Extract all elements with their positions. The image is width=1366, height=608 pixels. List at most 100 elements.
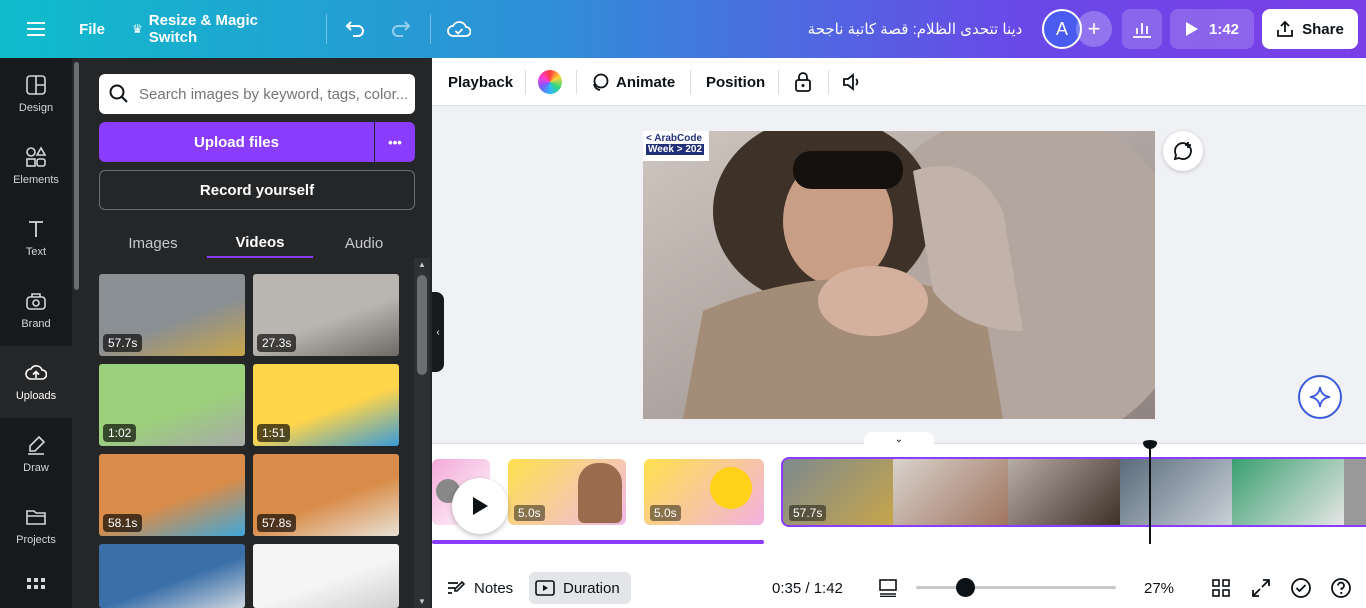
rail-item-draw[interactable]: Draw <box>0 418 72 490</box>
undo-icon <box>345 21 364 37</box>
projects-icon <box>26 510 46 525</box>
zoom-slider-track[interactable] <box>916 586 1116 589</box>
search-icon <box>109 84 128 103</box>
share-button[interactable]: Share <box>1262 9 1358 49</box>
timeline-clip[interactable]: 5.0s <box>644 459 764 525</box>
scroll-down-icon[interactable]: ▼ <box>418 597 426 606</box>
brand-icon <box>26 293 46 310</box>
playhead-line[interactable] <box>1149 444 1151 544</box>
search-box[interactable] <box>99 74 415 114</box>
clip-frame <box>1232 459 1344 525</box>
position-button[interactable]: Position <box>706 58 765 106</box>
cloud-check-icon <box>447 21 471 37</box>
collapse-panel-handle[interactable]: ‹ <box>432 292 444 372</box>
design-canvas-video[interactable] <box>643 131 1155 419</box>
video-thumbnail[interactable] <box>99 544 245 608</box>
video-thumbnail[interactable]: 1:02 <box>99 364 245 446</box>
timeline-clip-selected[interactable]: 57.7s <box>781 457 1366 527</box>
video-thumbnail[interactable]: 57.8s <box>253 454 399 536</box>
design-icon <box>26 75 46 95</box>
video-thumbnail[interactable]: 27.3s <box>253 274 399 356</box>
timeline-collapse-toggle[interactable]: ⌄ <box>864 432 934 446</box>
add-comment-button[interactable] <box>1163 131 1203 171</box>
apps-grid-icon <box>27 578 45 589</box>
top-bar: File ♛ Resize & Magic Switch دينا تتحدى … <box>0 0 1366 58</box>
clip-duration: 5.0s <box>650 505 681 521</box>
menu-button[interactable] <box>22 14 50 44</box>
undo-button[interactable] <box>340 14 370 44</box>
divider <box>430 14 431 44</box>
rail-item-uploads[interactable]: Uploads <box>0 346 72 418</box>
layout-toggle-button[interactable] <box>878 572 898 604</box>
grid-view-button[interactable] <box>1212 572 1230 604</box>
resize-magic-switch-button[interactable]: ♛ Resize & Magic Switch <box>132 12 308 46</box>
upload-more-options-button[interactable]: ••• <box>375 122 415 162</box>
clip-frame <box>893 459 1008 525</box>
insights-button[interactable] <box>1122 9 1162 49</box>
check-status-button[interactable] <box>1290 572 1312 604</box>
video-thumbnail[interactable] <box>253 544 399 608</box>
divider <box>576 70 577 94</box>
video-duration: 58.1s <box>103 514 143 532</box>
duration-icon <box>535 580 555 596</box>
present-play-button[interactable]: 1:42 <box>1170 9 1254 49</box>
color-button[interactable] <box>538 58 562 106</box>
animate-button[interactable]: Animate <box>590 58 675 106</box>
logo-line-2: Week > 202 <box>646 144 705 155</box>
panel-scrollbar-thumb[interactable] <box>417 275 427 375</box>
video-thumbnail[interactable]: 58.1s <box>99 454 245 536</box>
volume-button[interactable] <box>842 58 864 106</box>
search-input[interactable] <box>139 85 409 103</box>
playback-button[interactable]: Playback <box>448 58 513 106</box>
rail-label: Draw <box>23 462 49 474</box>
divider <box>828 70 829 94</box>
save-status-button[interactable] <box>444 14 474 44</box>
redo-button[interactable] <box>386 14 416 44</box>
rail-item-design[interactable]: Design <box>0 58 72 130</box>
video-thumbnail[interactable]: 1:51 <box>253 364 399 446</box>
clip-frame <box>1008 459 1120 525</box>
share-upload-icon <box>1277 20 1294 37</box>
clip-emoji <box>710 467 752 509</box>
animate-icon <box>593 73 609 91</box>
playback-progress-bar[interactable] <box>432 540 764 544</box>
notes-icon <box>448 580 466 594</box>
lock-icon <box>795 72 811 92</box>
timeline-play-button[interactable] <box>452 478 508 534</box>
play-icon <box>1185 22 1198 36</box>
video-thumbnail[interactable]: 57.7s <box>99 274 245 356</box>
video-duration: 57.8s <box>257 514 297 532</box>
tab-videos[interactable]: Videos <box>207 228 313 258</box>
help-button[interactable] <box>1330 572 1352 604</box>
upload-files-button[interactable]: Upload files <box>99 122 374 162</box>
rail-item-projects[interactable]: Projects <box>0 490 72 562</box>
rail-item-brand[interactable]: Brand <box>0 274 72 346</box>
timeline-clip[interactable]: 5.0s <box>508 459 626 525</box>
uploads-icon <box>25 365 47 380</box>
plus-icon: + <box>1087 16 1101 41</box>
tab-images[interactable]: Images <box>114 228 192 258</box>
magic-assistant-button[interactable] <box>1298 375 1342 419</box>
comment-plus-icon <box>1173 142 1192 161</box>
tab-audio[interactable]: Audio <box>330 228 398 258</box>
bar-chart-icon <box>1133 23 1151 38</box>
duration-button[interactable]: Duration <box>529 572 631 604</box>
animate-label: Animate <box>616 73 676 91</box>
rail-item-apps[interactable] <box>0 562 72 608</box>
share-label: Share <box>1302 20 1344 38</box>
editor-toolbar: Playback Animate Position <box>432 58 1366 106</box>
zoom-slider-knob[interactable] <box>956 578 975 597</box>
add-collaborator-button[interactable]: + <box>1076 11 1112 47</box>
file-menu[interactable]: File <box>72 14 112 44</box>
rail-item-elements[interactable]: Elements <box>0 130 72 202</box>
zoom-percentage[interactable]: 27% <box>1144 572 1174 604</box>
rail-scrollbar[interactable] <box>74 62 79 290</box>
clip-duration: 57.7s <box>789 505 827 521</box>
record-yourself-button[interactable]: Record yourself <box>99 170 415 210</box>
design-title[interactable]: دينا تتحدى الظلام: قصة كاتبة ناجحة <box>790 14 1040 44</box>
notes-button[interactable]: Notes <box>446 572 513 604</box>
fullscreen-button[interactable] <box>1252 572 1270 604</box>
scroll-up-icon[interactable]: ▲ <box>418 260 426 269</box>
lock-button[interactable] <box>794 58 812 106</box>
rail-item-text[interactable]: Text <box>0 202 72 274</box>
